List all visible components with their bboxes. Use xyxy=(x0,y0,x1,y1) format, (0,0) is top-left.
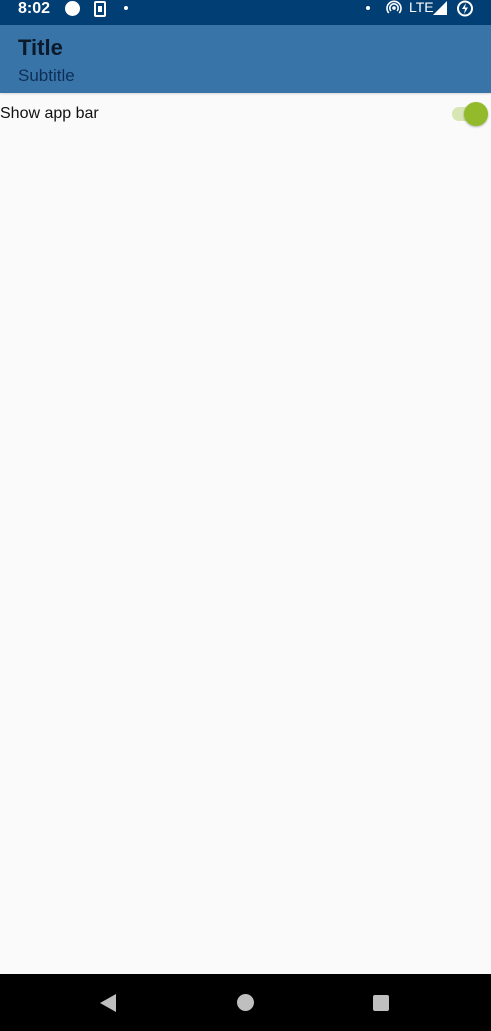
network-type-label: LTE xyxy=(409,0,434,15)
sim-card-icon xyxy=(94,1,106,17)
dot-icon xyxy=(124,6,128,10)
switch-thumb xyxy=(464,102,488,126)
page-subtitle: Subtitle xyxy=(18,66,75,85)
battery-charging-icon xyxy=(456,0,474,22)
show-app-bar-switch[interactable] xyxy=(450,102,490,126)
status-time: 8:02 xyxy=(18,0,51,17)
home-icon[interactable] xyxy=(237,994,254,1011)
dot-icon xyxy=(366,6,370,10)
show-app-bar-label: Show app bar xyxy=(0,105,99,122)
show-app-bar-row[interactable]: Show app bar xyxy=(0,93,491,135)
app-bar: Title Subtitle xyxy=(0,25,491,93)
signal-icon xyxy=(432,0,448,21)
back-icon[interactable] xyxy=(99,993,117,1018)
status-bar: 8:02 LTE xyxy=(0,0,491,25)
navigation-bar xyxy=(0,974,491,1031)
hotspot-icon xyxy=(386,0,402,21)
page-title: Title xyxy=(18,35,63,60)
recents-icon[interactable] xyxy=(373,995,389,1011)
notification-circle-icon xyxy=(65,1,80,16)
